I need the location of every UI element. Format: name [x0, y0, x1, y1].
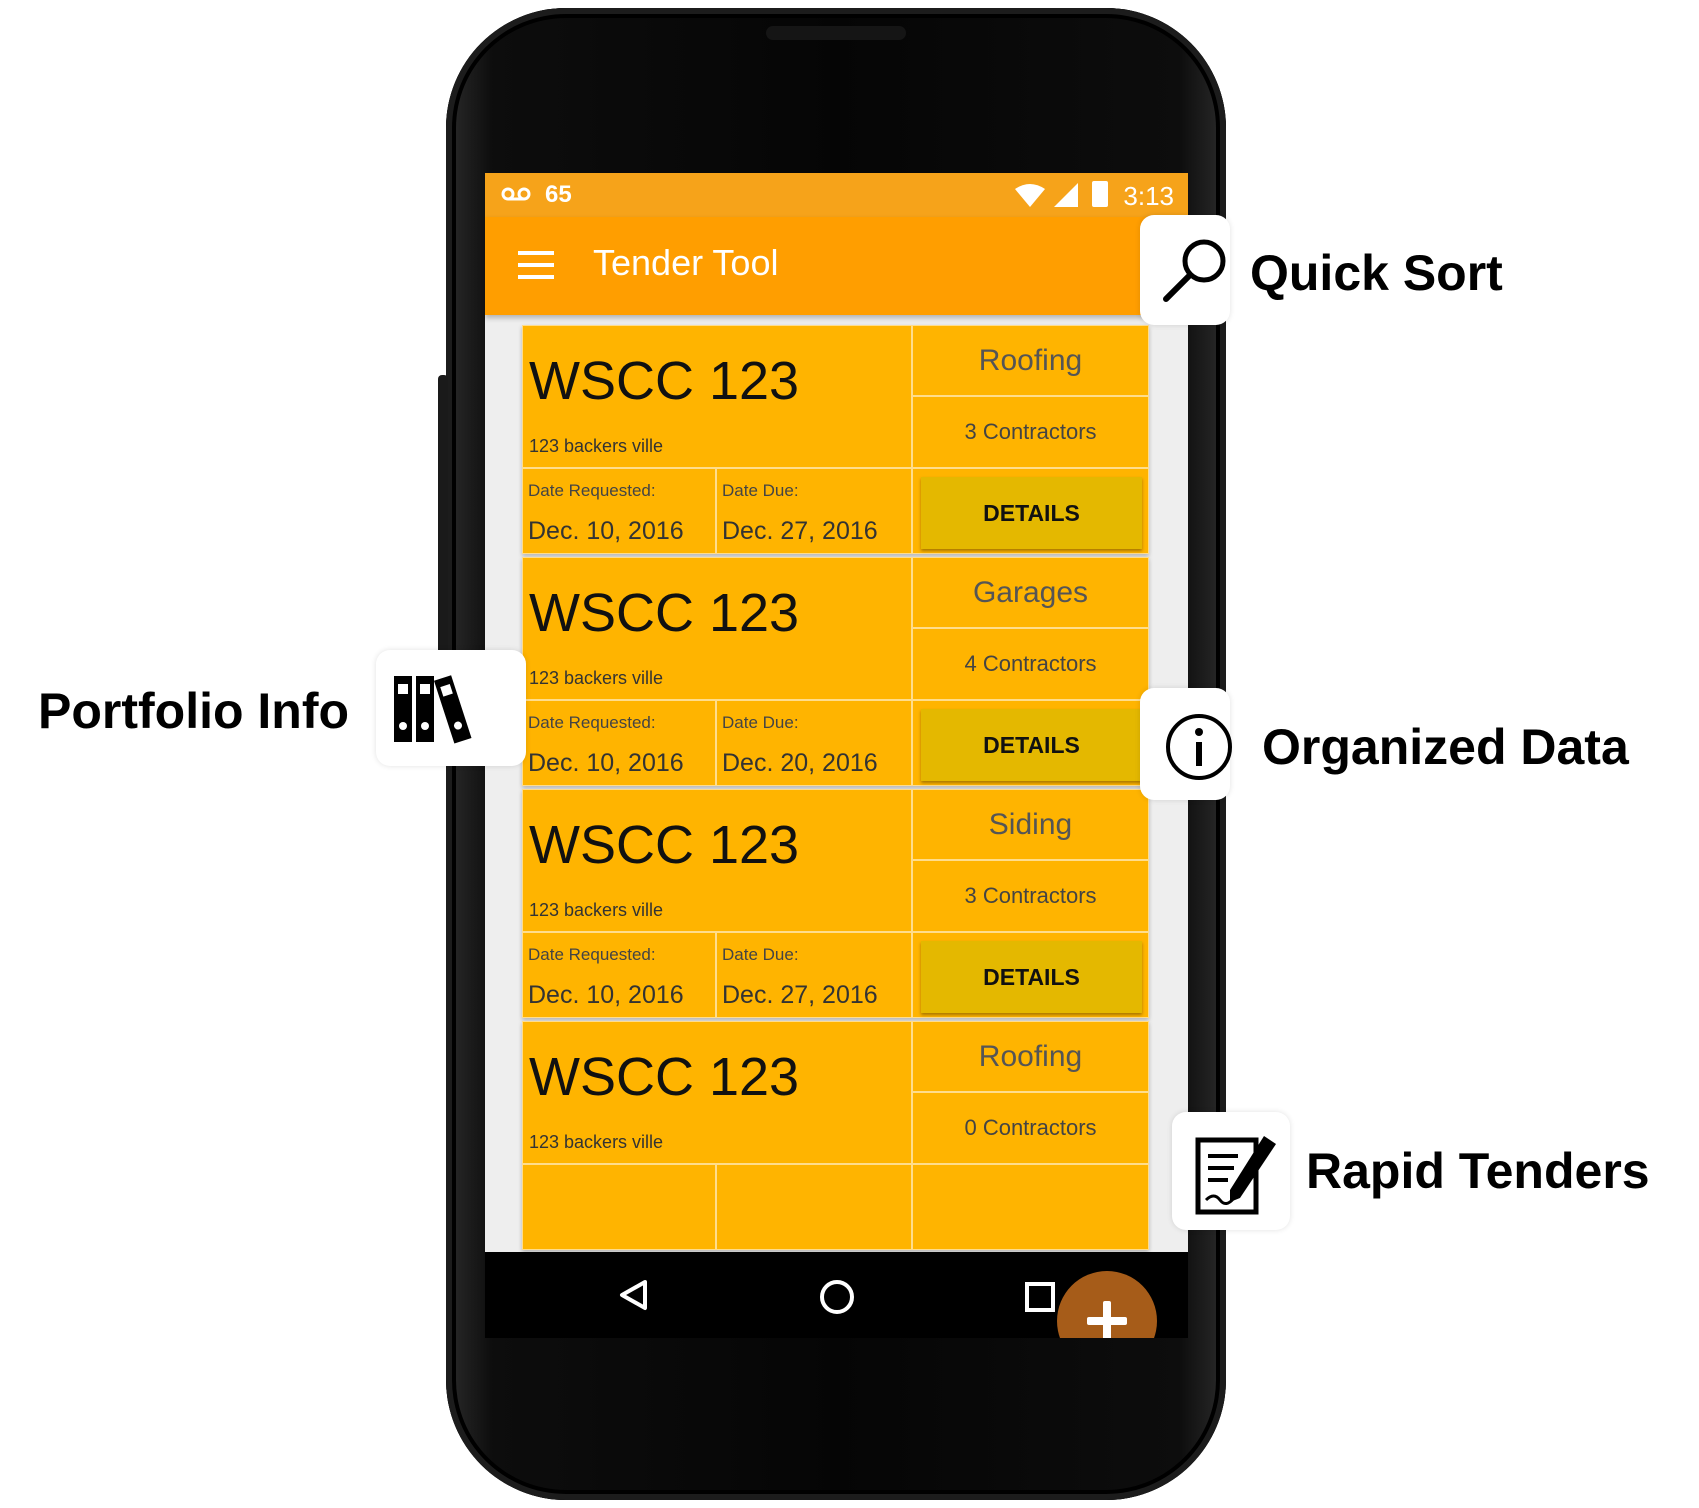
- portfolio-info-label: Portfolio Info: [38, 683, 350, 739]
- tender-code: WSCC 123: [529, 583, 800, 643]
- date-due-label: Date Due:: [722, 481, 799, 500]
- details-button[interactable]: DETAILS: [921, 709, 1142, 781]
- contractors-count: 3 Contractors: [964, 419, 1097, 444]
- organized-data-callout: [1140, 688, 1232, 800]
- signed-document-icon: [1195, 1136, 1276, 1215]
- contractors-cell: 0 Contractors: [912, 1092, 1149, 1164]
- tender-list[interactable]: WSCC 123 123 backers ville Date Requeste…: [485, 315, 1188, 1338]
- date-due-cell: Date Due: Dec. 20, 2016: [716, 700, 912, 786]
- date-requested-cell: Date Requested: Dec. 10, 2016: [522, 468, 716, 554]
- phone-screen: 65 3:13 Tender Tool WSCC 123 123 backers…: [485, 173, 1188, 1338]
- tender-type: Roofing: [978, 1040, 1083, 1073]
- date-requested-value: Dec. 10, 2016: [528, 517, 684, 545]
- tender-code: WSCC 123: [529, 1047, 800, 1107]
- tender-address: 123 backers ville: [529, 900, 664, 920]
- tender-type: Siding: [988, 808, 1073, 841]
- date-due-value: Dec. 27, 2016: [722, 981, 878, 1009]
- date-due-value: Dec. 20, 2016: [722, 749, 878, 777]
- quick-sort-label: Quick Sort: [1250, 245, 1503, 301]
- rapid-tenders-callout: [1172, 1112, 1290, 1230]
- hamburger-menu-icon[interactable]: [518, 251, 554, 279]
- tender-card[interactable]: WSCC 123 123 backers ville Date Requeste…: [522, 557, 1149, 786]
- tender-header-cell: WSCC 123 123 backers ville: [522, 789, 912, 932]
- date-due-label: Date Due:: [722, 945, 799, 964]
- binders-icon: [394, 675, 472, 744]
- date-requested-cell: Date Requested: Dec. 10, 2016: [522, 932, 716, 1018]
- tender-address: 123 backers ville: [529, 1132, 664, 1152]
- tender-code: WSCC 123: [529, 351, 800, 411]
- battery-icon: [1092, 181, 1108, 207]
- contractors-cell: 4 Contractors: [912, 628, 1149, 700]
- search-icon: [1163, 239, 1226, 302]
- phone-side-button: [438, 375, 448, 675]
- date-requested-label: Date Requested:: [528, 945, 656, 964]
- details-cell: DETAILS: [912, 932, 1149, 1018]
- tender-card[interactable]: WSCC 123 123 backers ville Date Requeste…: [522, 325, 1149, 554]
- organized-data-label: Organized Data: [1262, 719, 1629, 775]
- recents-icon[interactable]: [1025, 1282, 1055, 1312]
- date-due-label: Date Due:: [722, 713, 799, 732]
- phone-speaker: [766, 26, 906, 40]
- date-due-cell: Date Due: Dec. 27, 2016: [716, 932, 912, 1018]
- app-bar: Tender Tool: [485, 217, 1188, 315]
- date-requested-cell: Date Requested: Dec. 10, 2016: [522, 700, 716, 786]
- tender-header-cell: WSCC 123 123 backers ville: [522, 557, 912, 700]
- contractors-cell: 3 Contractors: [912, 396, 1149, 468]
- details-cell: DETAILS: [912, 468, 1149, 554]
- tender-header-cell: WSCC 123 123 backers ville: [522, 325, 912, 468]
- tender-card[interactable]: WSCC 123 123 backers ville Date Requeste…: [522, 789, 1149, 1018]
- back-icon[interactable]: [618, 1279, 648, 1311]
- status-bar: 65 3:13: [485, 173, 1188, 217]
- contractors-count: 0 Contractors: [964, 1115, 1097, 1140]
- date-requested-value: Dec. 10, 2016: [528, 981, 684, 1009]
- details-button[interactable]: DETAILS: [921, 941, 1142, 1013]
- date-due-value: Dec. 27, 2016: [722, 517, 878, 545]
- date-requested-cell: [522, 1164, 716, 1250]
- tender-type: Garages: [972, 576, 1089, 609]
- date-due-cell: [716, 1164, 912, 1250]
- date-requested-value: Dec. 10, 2016: [528, 749, 684, 777]
- portfolio-info-callout: [376, 650, 526, 766]
- tender-address: 123 backers ville: [529, 668, 664, 688]
- details-button[interactable]: DETAILS: [921, 477, 1142, 549]
- details-cell: [912, 1164, 1149, 1250]
- details-cell: DETAILS: [912, 700, 1149, 786]
- signal-count: 65: [545, 181, 572, 208]
- voicemail-icon: [501, 187, 531, 201]
- contractors-count: 3 Contractors: [964, 883, 1097, 908]
- tender-type-cell: Garages: [912, 557, 1149, 628]
- info-icon: [1166, 714, 1232, 780]
- app-title: Tender Tool: [593, 242, 779, 283]
- date-due-cell: Date Due: Dec. 27, 2016: [716, 468, 912, 554]
- tender-address: 123 backers ville: [529, 436, 664, 456]
- tender-type: Roofing: [978, 344, 1083, 377]
- tender-type-cell: Siding: [912, 789, 1149, 860]
- tender-code: WSCC 123: [529, 815, 800, 875]
- tender-type-cell: Roofing: [912, 1021, 1149, 1092]
- tender-type-cell: Roofing: [912, 325, 1149, 396]
- wifi-icon: [1015, 184, 1045, 207]
- contractors-count: 4 Contractors: [964, 651, 1097, 676]
- date-requested-label: Date Requested:: [528, 481, 656, 500]
- home-icon[interactable]: [820, 1280, 854, 1314]
- rapid-tenders-label: Rapid Tenders: [1306, 1143, 1650, 1199]
- contractors-cell: 3 Contractors: [912, 860, 1149, 932]
- cell-signal-icon: [1054, 183, 1078, 207]
- tender-card[interactable]: WSCC 123 123 backers ville Roofing 0 Con…: [522, 1021, 1149, 1250]
- quick-sort-callout: [1140, 215, 1230, 325]
- tender-header-cell: WSCC 123 123 backers ville: [522, 1021, 912, 1164]
- date-requested-label: Date Requested:: [528, 713, 656, 732]
- status-time: 3:13: [1123, 181, 1174, 211]
